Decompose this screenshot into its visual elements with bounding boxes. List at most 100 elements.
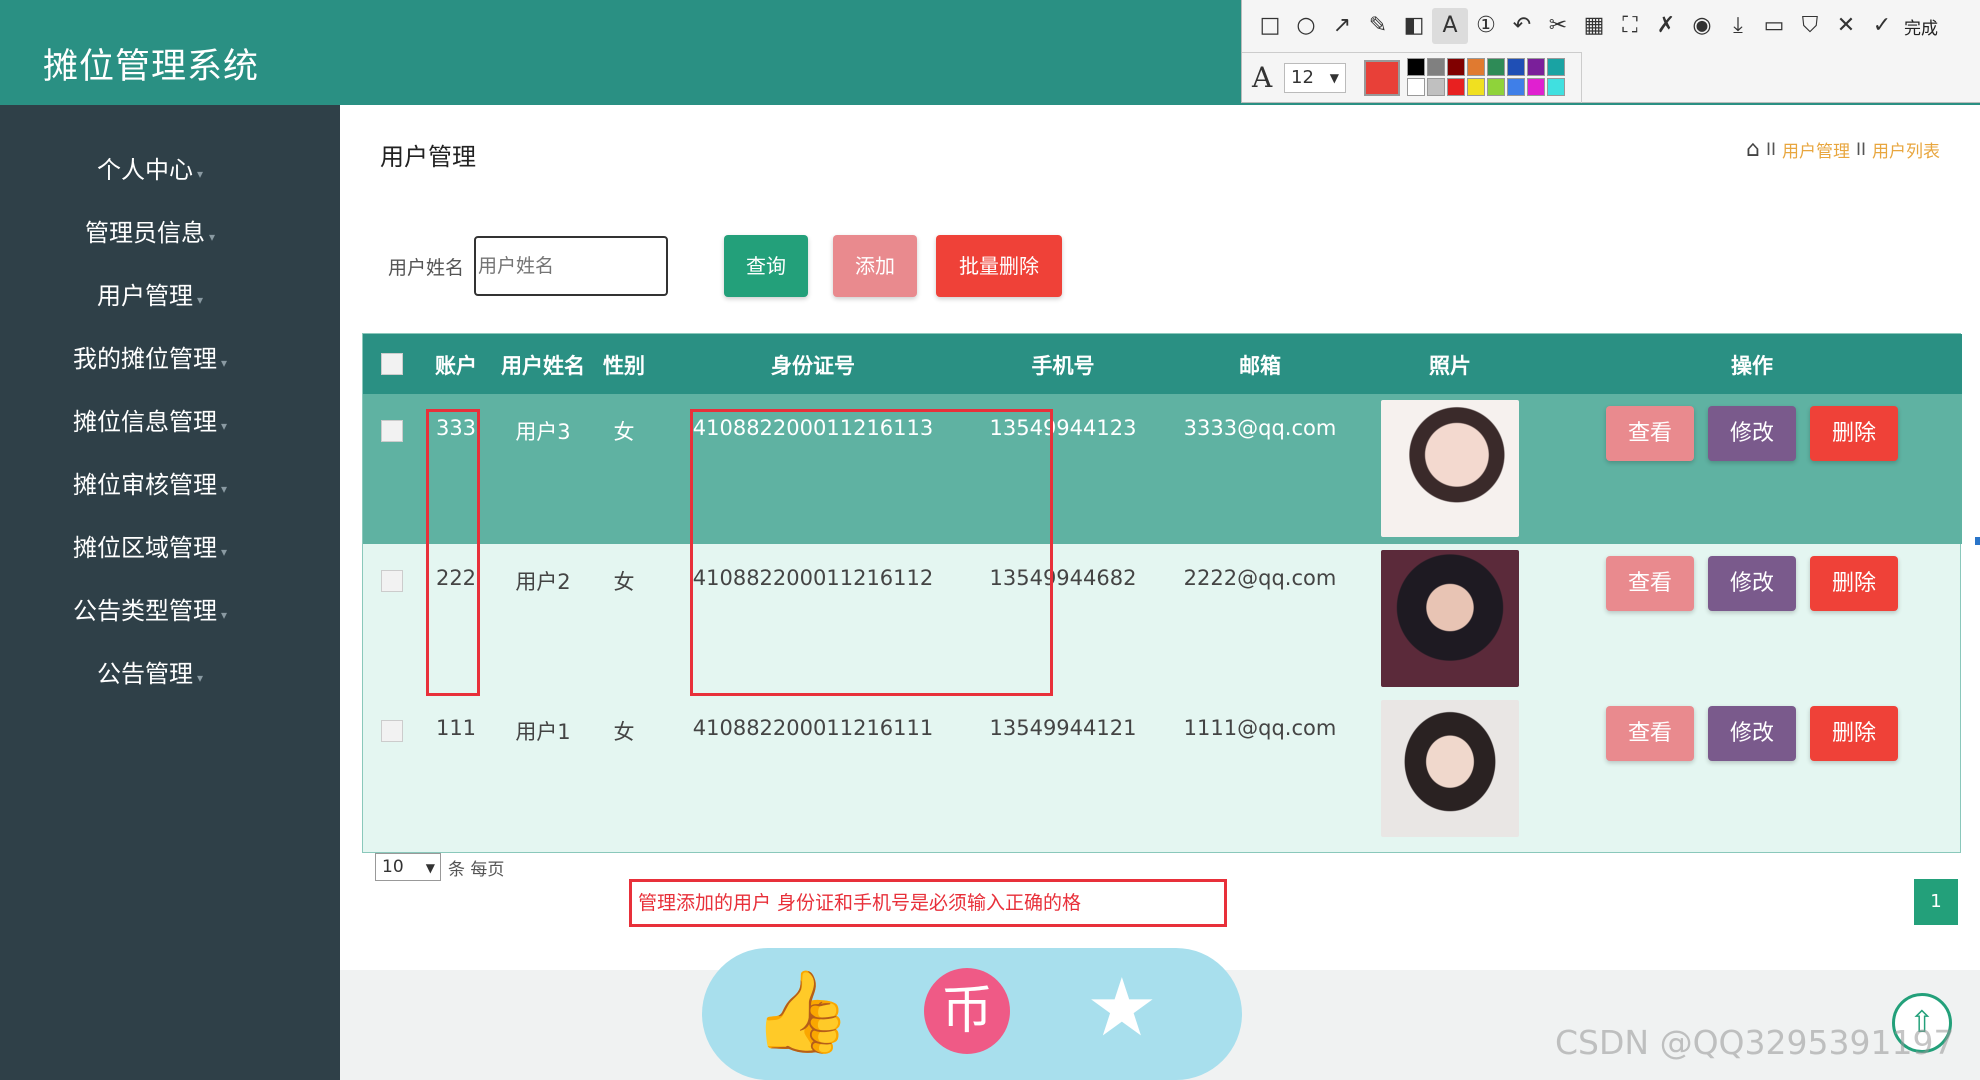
color-swatch[interactable] xyxy=(1427,58,1445,76)
watermark: CSDN @QQ3295391197 xyxy=(1555,1023,1955,1062)
table-row[interactable]: 333 用户3 女 410882200011216113 13549944123… xyxy=(363,394,1962,544)
color-swatch[interactable] xyxy=(1427,78,1445,96)
bookmark-icon[interactable]: ⛉ xyxy=(1792,8,1828,44)
view-button[interactable]: 查看 xyxy=(1606,706,1694,761)
breadcrumb-user-management[interactable]: 用户管理 xyxy=(1782,137,1850,162)
annotation-text-box[interactable]: 管理添加的用户 身份证和手机号是必须输入正确的格 xyxy=(629,879,1227,927)
sidebar-item-label: 个人中心 xyxy=(96,156,193,184)
highlight-id-phone-box xyxy=(690,409,1053,696)
cell-phone: 13549944121 xyxy=(989,716,1137,740)
save-icon[interactable]: ▭ xyxy=(1756,8,1792,44)
column-header-id-number: 身份证号 xyxy=(771,354,855,378)
color-swatch[interactable] xyxy=(1467,78,1485,96)
color-swatch[interactable] xyxy=(1407,78,1425,96)
user-photo xyxy=(1381,400,1519,537)
color-swatch[interactable] xyxy=(1487,78,1505,96)
color-swatch[interactable] xyxy=(1547,58,1565,76)
ocr-icon[interactable]: ▦ xyxy=(1576,8,1612,44)
text-tool-icon[interactable]: A xyxy=(1432,8,1468,44)
select-all-checkbox[interactable] xyxy=(381,353,403,375)
query-button[interactable]: 查询 xyxy=(724,235,808,297)
check-icon[interactable]: ✓ xyxy=(1864,8,1900,44)
color-swatch[interactable] xyxy=(1527,78,1545,96)
row-checkbox[interactable] xyxy=(381,720,403,742)
sidebar-item-label: 用户管理 xyxy=(96,282,193,310)
table-row[interactable]: 222 用户2 女 410882200011216112 13549944682… xyxy=(363,544,1962,694)
font-icon: A xyxy=(1252,61,1273,94)
number-tool-icon[interactable]: ① xyxy=(1468,8,1504,44)
column-header-account: 账户 xyxy=(435,354,477,378)
cell-email: 3333@qq.com xyxy=(1183,416,1337,440)
sidebar-item-stall-area[interactable]: 摊位区域管理 ▾ xyxy=(0,528,300,563)
sidebar-item-my-stall[interactable]: 我的摊位管理 ▾ xyxy=(0,339,300,374)
table-row[interactable]: 111 用户1 女 410882200011216111 13549944121… xyxy=(363,694,1962,844)
annotation-tools-row: □ ○ ↗ ✎ ◧ A ① ↶ ✂ ▦ ⛶ ✗ ◉ ⤓ ▭ ⛉ ✕ ✓ 完成 xyxy=(1242,0,1980,52)
color-swatch[interactable] xyxy=(1547,78,1565,96)
breadcrumb: ⌂ II 用户管理 II 用户列表 xyxy=(1746,137,1940,162)
color-swatch[interactable] xyxy=(1447,58,1465,76)
download-icon[interactable]: ⤓ xyxy=(1720,8,1756,44)
edit-button[interactable]: 修改 xyxy=(1708,706,1796,761)
font-size-select[interactable]: 12 ▼ xyxy=(1284,63,1346,93)
delete-button[interactable]: 删除 xyxy=(1810,706,1898,761)
username-search-input[interactable] xyxy=(474,236,668,296)
highlight-account-box xyxy=(426,409,480,696)
sidebar-item-notice[interactable]: 公告管理 ▾ xyxy=(0,654,300,689)
star-icon[interactable]: ★ xyxy=(1086,960,1158,1056)
edit-button[interactable]: 修改 xyxy=(1708,406,1796,461)
row-checkbox[interactable] xyxy=(381,420,403,442)
color-swatch[interactable] xyxy=(1407,58,1425,76)
delete-button[interactable]: 删除 xyxy=(1810,406,1898,461)
add-button[interactable]: 添加 xyxy=(833,235,917,297)
chevron-down-icon: ▾ xyxy=(220,545,228,559)
close-icon[interactable]: ✕ xyxy=(1828,8,1864,44)
color-swatch[interactable] xyxy=(1507,78,1525,96)
sidebar-item-personal-center[interactable]: 个人中心 ▾ xyxy=(0,150,300,185)
user-photo xyxy=(1381,550,1519,687)
undo-icon[interactable]: ↶ xyxy=(1504,8,1540,44)
expand-icon[interactable]: ⛶ xyxy=(1612,8,1648,44)
delete-button[interactable]: 删除 xyxy=(1810,556,1898,611)
arrow-tool-icon[interactable]: ↗ xyxy=(1324,8,1360,44)
color-swatch[interactable] xyxy=(1507,58,1525,76)
page-button-1[interactable]: 1 xyxy=(1914,879,1958,925)
mosaic-tool-icon[interactable]: ◧ xyxy=(1396,8,1432,44)
sidebar-item-user-management[interactable]: 用户管理 ▾ xyxy=(0,276,300,311)
page-size-select[interactable]: 10 ▼ xyxy=(375,853,441,881)
sidebar-item-stall-review[interactable]: 摊位审核管理 ▾ xyxy=(0,465,300,500)
coin-icon[interactable]: 币 xyxy=(924,968,1010,1054)
record-icon[interactable]: ◉ xyxy=(1684,8,1720,44)
color-swatch[interactable] xyxy=(1447,78,1465,96)
view-button[interactable]: 查看 xyxy=(1606,406,1694,461)
breadcrumb-separator: II xyxy=(1765,139,1776,160)
row-checkbox[interactable] xyxy=(381,570,403,592)
batch-delete-button[interactable]: 批量删除 xyxy=(936,235,1062,297)
column-header-email: 邮箱 xyxy=(1239,354,1281,378)
thumbs-up-icon[interactable]: 👍 xyxy=(752,964,852,1060)
sidebar-item-stall-info[interactable]: 摊位信息管理 ▾ xyxy=(0,402,300,437)
current-color-swatch[interactable] xyxy=(1364,60,1400,96)
rectangle-tool-icon[interactable]: □ xyxy=(1252,8,1288,44)
color-swatch[interactable] xyxy=(1487,58,1505,76)
chevron-down-icon: ▾ xyxy=(196,293,204,307)
sidebar: 个人中心 ▾ 管理员信息 ▾ 用户管理 ▾ 我的摊位管理 ▾ 摊位信息管理 ▾ 摊位审核管… xyxy=(0,105,340,1080)
color-swatch[interactable] xyxy=(1467,58,1485,76)
column-header-phone: 手机号 xyxy=(1031,354,1095,378)
scissors-icon[interactable]: ✂ xyxy=(1540,8,1576,44)
chevron-down-icon: ▾ xyxy=(208,230,216,244)
sidebar-item-admin-info[interactable]: 管理员信息 ▾ xyxy=(0,213,300,248)
ellipse-tool-icon[interactable]: ○ xyxy=(1288,8,1324,44)
view-button[interactable]: 查看 xyxy=(1606,556,1694,611)
breadcrumb-user-list[interactable]: 用户列表 xyxy=(1872,137,1940,162)
edit-button[interactable]: 修改 xyxy=(1708,556,1796,611)
sidebar-item-notice-type[interactable]: 公告类型管理 ▾ xyxy=(0,591,300,626)
chevron-down-icon: ▾ xyxy=(220,482,228,496)
main-content: 用户管理 ⌂ II 用户管理 II 用户列表 用户姓名 查询 添加 批量删除 账… xyxy=(340,105,1980,1080)
sidebar-item-label: 管理员信息 xyxy=(84,219,205,247)
home-icon[interactable]: ⌂ xyxy=(1746,137,1760,162)
color-swatch[interactable] xyxy=(1527,58,1545,76)
done-button[interactable]: 完成 xyxy=(1904,14,1938,39)
pen-tool-icon[interactable]: ✎ xyxy=(1360,8,1396,44)
pin-icon[interactable]: ✗ xyxy=(1648,8,1684,44)
social-action-bar: 👍 币 ★ xyxy=(702,948,1242,1080)
